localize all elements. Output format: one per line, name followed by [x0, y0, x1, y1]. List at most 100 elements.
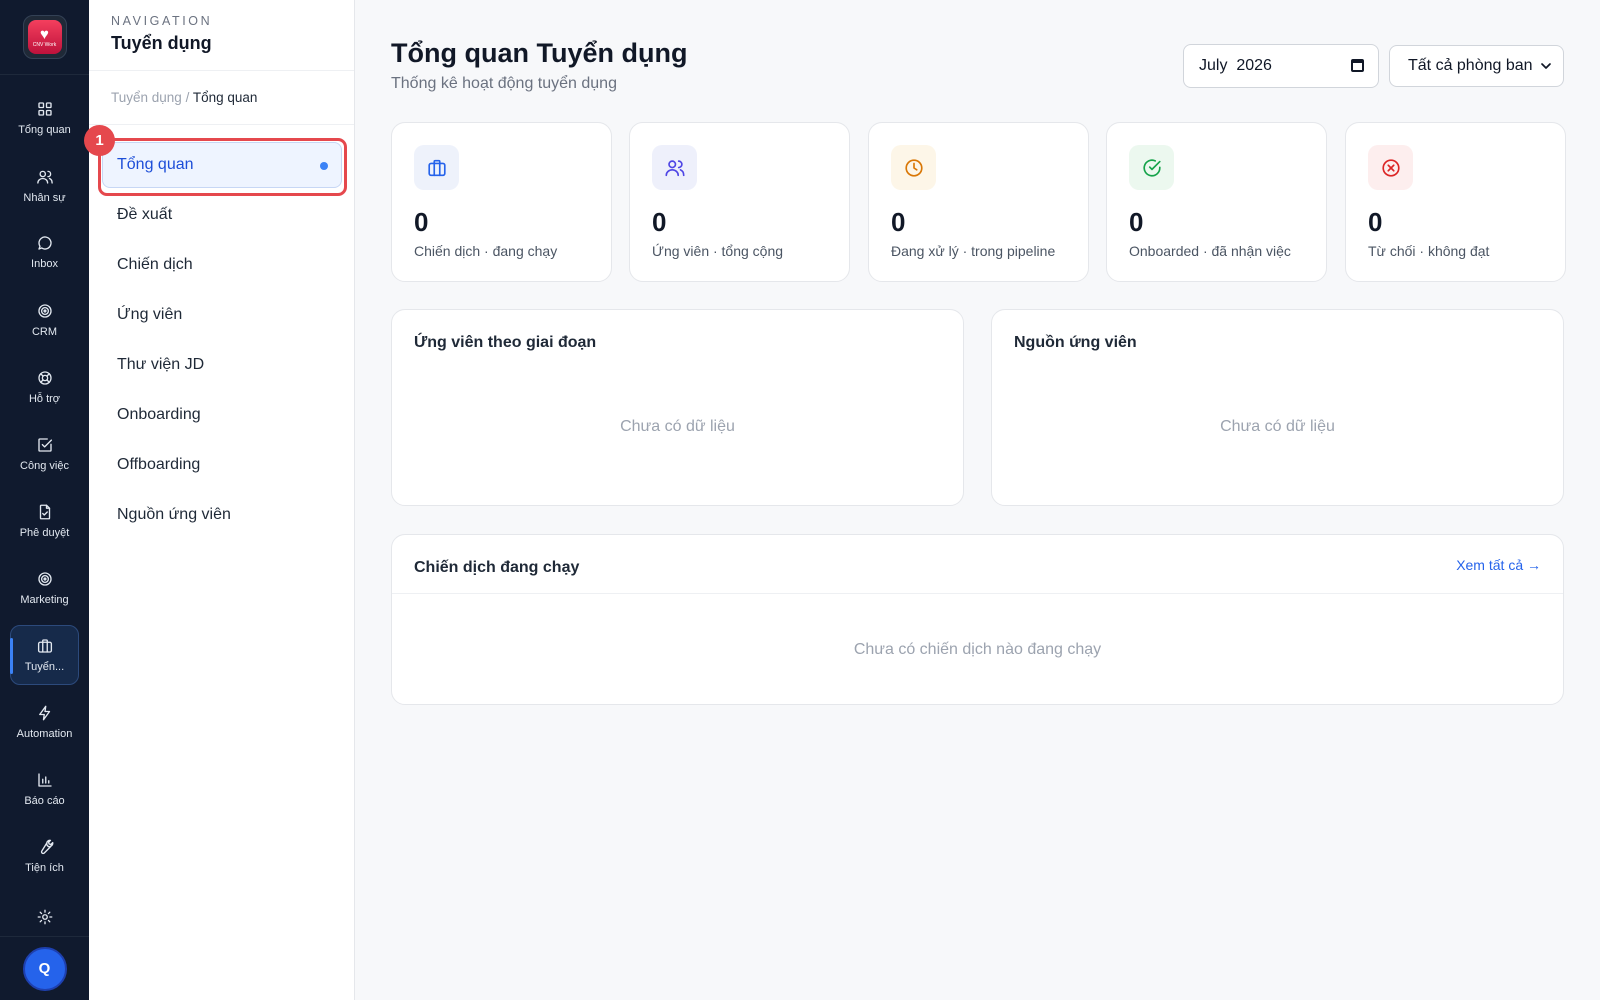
users-icon	[664, 159, 685, 176]
stat-icon-box	[652, 145, 697, 190]
stat-card-rejected[interactable]: 0 Từ chối · không đạt	[1345, 122, 1566, 282]
target-icon	[37, 572, 52, 586]
rail-item-label: Báo cáo	[24, 795, 65, 807]
stat-value: 0	[652, 207, 667, 237]
view-all-link[interactable]: Xem tất cả →	[1456, 557, 1541, 573]
rail-item-tien-ich[interactable]: Tiện ích	[10, 826, 79, 886]
rail-item-inbox[interactable]: Inbox	[10, 222, 79, 282]
rail-item-cong-viec[interactable]: Công việc	[10, 424, 79, 484]
panel-title: Ứng viên theo giai đoạn	[414, 334, 597, 351]
subnav-item-label: Onboarding	[117, 406, 201, 423]
bolt-icon	[38, 705, 50, 721]
stat-value: 0	[891, 207, 906, 237]
logo-area: ♥ CNV Work	[0, 0, 89, 75]
rail-item-label: Automation	[16, 728, 73, 740]
subnav-item-label: Nguồn ứng viên	[117, 506, 231, 523]
rail-item-settings[interactable]	[10, 905, 79, 929]
briefcase-icon	[37, 639, 52, 653]
rail-item-ho-tro[interactable]: Hỗ trợ	[10, 357, 79, 417]
annotation-badge: 1	[84, 125, 115, 156]
rail-item-label: Nhân sự	[23, 192, 66, 204]
subnav-item-onboarding[interactable]: Onboarding	[102, 392, 342, 438]
stat-label: Chiến dịch · đang chạy	[414, 243, 558, 259]
avatar[interactable]: Q	[22, 946, 67, 991]
rail-item-label: Hỗ trợ	[28, 393, 61, 405]
panel-title: Chiến dịch đang chạy	[414, 559, 580, 576]
rail-item-crm[interactable]: CRM	[10, 290, 79, 350]
briefcase-icon	[427, 159, 446, 176]
empty-state: Chưa có dữ liệu	[1220, 418, 1335, 435]
empty-state: Chưa có chiến dịch nào đang chạy	[853, 641, 1102, 658]
subnav-header: NAVIGATION Tuyển dụng	[89, 0, 354, 71]
grid-icon	[37, 102, 52, 116]
subnav-item-tong-quan[interactable]: Tổng quan	[102, 142, 342, 188]
bar-chart-icon	[37, 773, 52, 787]
subnav-item-nguon-ung-vien[interactable]: Nguồn ứng viên	[102, 492, 342, 538]
empty-state: Chưa có dữ liệu	[620, 418, 735, 435]
logo-text: CNV Work	[32, 41, 57, 48]
subnav-item-label: Tổng quan	[117, 156, 194, 173]
rail-item-tuyen-dung[interactable]: Tuyển...	[10, 625, 79, 685]
panel-candidates-by-stage: Ứng viên theo giai đoạn Chưa có dữ liệu	[391, 309, 964, 506]
rail-item-marketing[interactable]: Marketing	[10, 558, 79, 618]
stat-label: Ứng viên · tổng cộng	[652, 243, 784, 259]
chat-icon	[37, 236, 52, 250]
stat-label: Onboarded · đã nhận việc	[1129, 243, 1291, 259]
stat-value: 0	[1129, 207, 1144, 237]
page-title: Tổng quan Tuyển dụng	[391, 38, 688, 68]
rail-item-tong-quan[interactable]: Tổng quan	[10, 88, 79, 148]
panel-running-campaigns: Chiến dịch đang chạy Xem tất cả → Chưa c…	[391, 534, 1564, 705]
heart-icon: ♥	[40, 25, 49, 43]
month-picker[interactable]: July 2026	[1183, 44, 1379, 88]
target-icon	[37, 304, 52, 318]
rail-item-label: Tổng quan	[18, 124, 71, 136]
rail-item-bao-cao[interactable]: Báo cáo	[10, 759, 79, 819]
app-rail: ♥ CNV Work Tổng quan Nhân sự Inbox CRM H…	[0, 0, 89, 1000]
department-select[interactable]: Tất cả phòng ban	[1389, 45, 1564, 87]
app-logo[interactable]: ♥ CNV Work	[22, 15, 67, 59]
stat-card-onboarded[interactable]: 0 Onboarded · đã nhận việc	[1106, 122, 1327, 282]
calendar-icon[interactable]	[1351, 59, 1364, 72]
users-icon	[36, 170, 53, 184]
file-check-icon	[39, 504, 50, 520]
panel-divider	[392, 593, 1563, 594]
stat-icon-box	[1368, 145, 1413, 190]
subnav-item-chien-dich[interactable]: Chiến dịch	[102, 242, 342, 288]
page-subtitle: Thống kê hoạt động tuyển dụng	[391, 75, 617, 92]
active-dot-icon	[320, 162, 328, 170]
panel-candidate-sources: Nguồn ứng viên Chưa có dữ liệu	[991, 309, 1564, 506]
subnav-item-offboarding[interactable]: Offboarding	[102, 442, 342, 488]
check-square-icon	[37, 438, 52, 452]
subnav-title: Tuyển dụng	[111, 33, 212, 53]
rail-item-label: Phê duyệt	[19, 527, 70, 539]
subnav-item-label: Ứng viên	[117, 306, 183, 323]
stat-card-campaigns[interactable]: 0 Chiến dịch · đang chạy	[391, 122, 612, 282]
rail-footer: Q	[0, 936, 89, 1000]
x-circle-icon	[1381, 158, 1400, 177]
stat-icon-box	[1129, 145, 1174, 190]
subnav-item-label: Thư viện JD	[117, 356, 205, 373]
subnav-item-de-xuat[interactable]: Đề xuất	[102, 192, 342, 238]
panel-title: Nguồn ứng viên	[1014, 334, 1137, 351]
stat-card-candidates[interactable]: 0 Ứng viên · tổng cộng	[629, 122, 850, 282]
lifebuoy-icon	[37, 371, 52, 385]
stat-value: 0	[414, 207, 429, 237]
month-value: July 2026	[1199, 57, 1272, 74]
subnav-item-thu-vien-jd[interactable]: Thư viện JD	[102, 342, 342, 388]
secondary-nav: NAVIGATION Tuyển dụng Tuyển dụng / Tổng …	[89, 0, 355, 1000]
stat-icon-box	[891, 145, 936, 190]
breadcrumb-parent[interactable]: Tuyển dụng	[111, 90, 182, 105]
subnav-eyebrow: NAVIGATION	[111, 14, 213, 28]
rail-item-automation[interactable]: Automation	[10, 692, 79, 752]
logo-mark: ♥ CNV Work	[27, 20, 62, 54]
rail-item-nhan-su[interactable]: Nhân sự	[10, 156, 79, 216]
rail-item-label: Tuyển...	[24, 661, 65, 673]
clock-icon	[904, 158, 923, 177]
main-content: Tổng quan Tuyển dụng Thống kê hoạt động …	[356, 0, 1600, 1000]
rail-item-phe-duyet[interactable]: Phê duyệt	[10, 491, 79, 551]
rail-item-label: Công việc	[20, 460, 69, 472]
breadcrumb-current: Tổng quan	[192, 90, 258, 105]
rail-item-label: Marketing	[20, 594, 69, 606]
subnav-item-ung-vien[interactable]: Ứng viên	[102, 292, 342, 338]
stat-card-in-progress[interactable]: 0 Đang xử lý · trong pipeline	[868, 122, 1089, 282]
